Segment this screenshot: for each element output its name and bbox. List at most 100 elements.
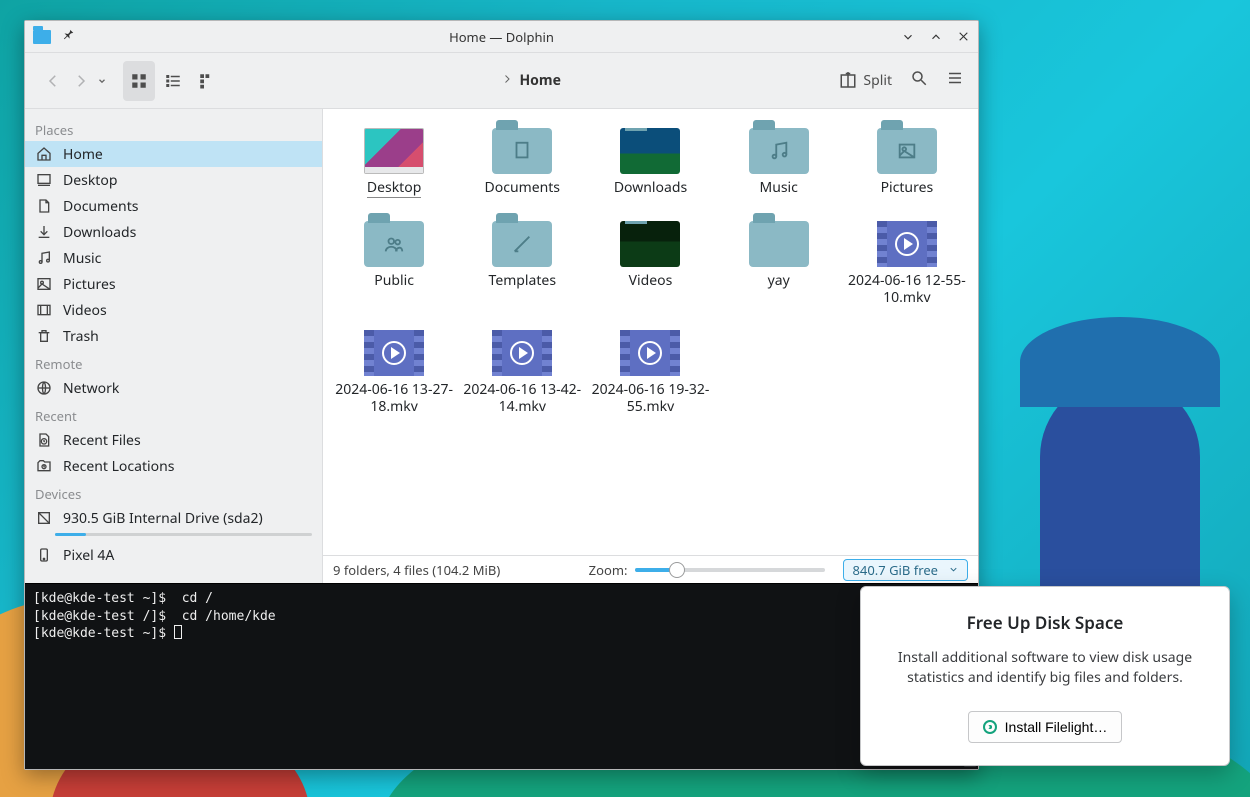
sidebar-item-label: Pixel 4A	[63, 546, 114, 565]
item-label: 2024-06-16 19-32-55.mkv	[591, 381, 709, 416]
drive-icon	[35, 509, 53, 527]
sidebar-item-label: Documents	[63, 197, 138, 216]
item-label: Pictures	[881, 179, 934, 197]
sidebar-item-label: 930.5 GiB Internal Drive (sda2)	[63, 509, 263, 528]
file-video-3[interactable]: 2024-06-16 13-42-14.mkv	[463, 329, 581, 416]
downloads-icon	[35, 223, 53, 241]
terminal-cursor	[174, 625, 182, 639]
item-label: Downloads	[614, 179, 687, 197]
status-info: 9 folders, 4 files (104.2 MiB)	[333, 561, 500, 579]
sidebar-item-music[interactable]: Music	[25, 245, 322, 271]
item-label: Documents	[485, 179, 560, 197]
icon-view-button[interactable]	[123, 61, 155, 101]
sidebar-item-trash[interactable]: Trash	[25, 323, 322, 349]
sidebar-item-documents[interactable]: Documents	[25, 193, 322, 219]
devices-header: Devices	[25, 479, 322, 505]
folder-music[interactable]: Music	[720, 127, 838, 198]
free-space-dropdown[interactable]: 840.7 GiB free	[843, 559, 968, 581]
app-icon	[33, 30, 51, 44]
remote-header: Remote	[25, 349, 322, 375]
item-label: Desktop	[367, 179, 421, 198]
file-video-4[interactable]: 2024-06-16 19-32-55.mkv	[591, 329, 709, 416]
status-bar: 9 folders, 4 files (104.2 MiB) Zoom: 840…	[323, 555, 978, 583]
folder-pictures[interactable]: Pictures	[848, 127, 966, 198]
chevron-down-icon	[948, 564, 959, 575]
compact-view-button[interactable]	[157, 61, 189, 101]
folder-templates[interactable]: Templates	[463, 220, 581, 307]
sidebar-item-home[interactable]: Home	[25, 141, 322, 167]
window-title: Home — Dolphin	[153, 28, 850, 46]
sidebar-item-pictures[interactable]: Pictures	[25, 271, 322, 297]
sidebar-item-downloads[interactable]: Downloads	[25, 219, 322, 245]
search-button[interactable]	[910, 69, 928, 92]
sidebar-item-videos[interactable]: Videos	[25, 297, 322, 323]
sidebar-item-label: Desktop	[63, 171, 117, 190]
split-button[interactable]: Split	[839, 71, 892, 90]
folder-documents[interactable]: Documents	[463, 127, 581, 198]
terminal-line: [kde@kde-test ~]$	[33, 626, 174, 641]
dolphin-window: Home — Dolphin	[24, 20, 979, 770]
file-view[interactable]: Desktop Documents Downloads Music	[323, 109, 978, 555]
sidebar-item-recent-files[interactable]: Recent Files	[25, 427, 322, 453]
folder-public[interactable]: Public	[335, 220, 453, 307]
sidebar-item-label: Recent Locations	[63, 457, 174, 476]
file-video-2[interactable]: 2024-06-16 13-27-18.mkv	[335, 329, 453, 416]
videos-icon	[35, 301, 53, 319]
details-view-button[interactable]	[191, 61, 223, 101]
split-label: Split	[863, 71, 892, 90]
nav-history-dropdown[interactable]	[95, 76, 109, 86]
item-label: Templates	[489, 272, 557, 290]
folder-yay[interactable]: yay	[720, 220, 838, 307]
desktop-icon	[35, 171, 53, 189]
menu-button[interactable]	[946, 69, 964, 92]
breadcrumb-home[interactable]: Home	[519, 71, 560, 90]
sidebar-item-label: Pictures	[63, 275, 116, 294]
sidebar-item-label: Downloads	[63, 223, 136, 242]
terminal-panel[interactable]: [kde@kde-test ~]$ cd / [kde@kde-test /]$…	[25, 583, 978, 769]
back-button[interactable]	[39, 61, 67, 101]
music-icon	[35, 249, 53, 267]
recent-locations-icon	[35, 457, 53, 475]
sidebar-item-internal-drive[interactable]: 930.5 GiB Internal Drive (sda2)	[25, 505, 322, 531]
filelight-icon	[983, 720, 997, 734]
zoom-slider[interactable]	[635, 568, 825, 572]
minimize-button[interactable]	[901, 30, 915, 44]
network-icon	[35, 379, 53, 397]
folder-videos[interactable]: Videos	[591, 220, 709, 307]
folder-downloads[interactable]: Downloads	[591, 127, 709, 198]
zoom-slider-thumb[interactable]	[669, 562, 685, 578]
maximize-button[interactable]	[929, 30, 943, 44]
install-filelight-button[interactable]: Install Filelight…	[968, 711, 1123, 743]
folder-desktop[interactable]: Desktop	[335, 127, 453, 198]
toolbar: Home Split	[25, 53, 978, 109]
sidebar-item-label: Network	[63, 379, 119, 398]
recent-files-icon	[35, 431, 53, 449]
pictures-icon	[35, 275, 53, 293]
forward-button[interactable]	[67, 61, 95, 101]
zoom-label: Zoom:	[589, 561, 628, 579]
sidebar-item-desktop[interactable]: Desktop	[25, 167, 322, 193]
trash-icon	[35, 327, 53, 345]
sidebar-item-label: Recent Files	[63, 431, 141, 450]
sidebar-item-recent-locations[interactable]: Recent Locations	[25, 453, 322, 479]
item-label: 2024-06-16 12-55-10.mkv	[848, 272, 966, 307]
close-button[interactable]	[957, 30, 970, 43]
popup-title: Free Up Disk Space	[883, 611, 1207, 634]
popup-body: Install additional software to view disk…	[883, 648, 1207, 689]
drive-usage-bar	[55, 533, 312, 536]
chevron-right-icon	[501, 71, 513, 90]
pin-icon[interactable]	[61, 27, 75, 46]
file-video-1[interactable]: 2024-06-16 12-55-10.mkv	[848, 220, 966, 307]
breadcrumb[interactable]: Home	[233, 71, 829, 90]
phone-icon	[35, 546, 53, 564]
sidebar-item-phone[interactable]: Pixel 4A	[25, 542, 322, 568]
documents-icon	[35, 197, 53, 215]
places-header: Places	[25, 115, 322, 141]
terminal-line: [kde@kde-test /]$ cd /home/kde	[33, 609, 276, 624]
home-icon	[35, 145, 53, 163]
terminal-line: [kde@kde-test ~]$ cd /	[33, 591, 213, 606]
sidebar-item-network[interactable]: Network	[25, 375, 322, 401]
item-label: Music	[760, 179, 798, 197]
item-label: Public	[374, 272, 414, 290]
titlebar: Home — Dolphin	[25, 21, 978, 53]
